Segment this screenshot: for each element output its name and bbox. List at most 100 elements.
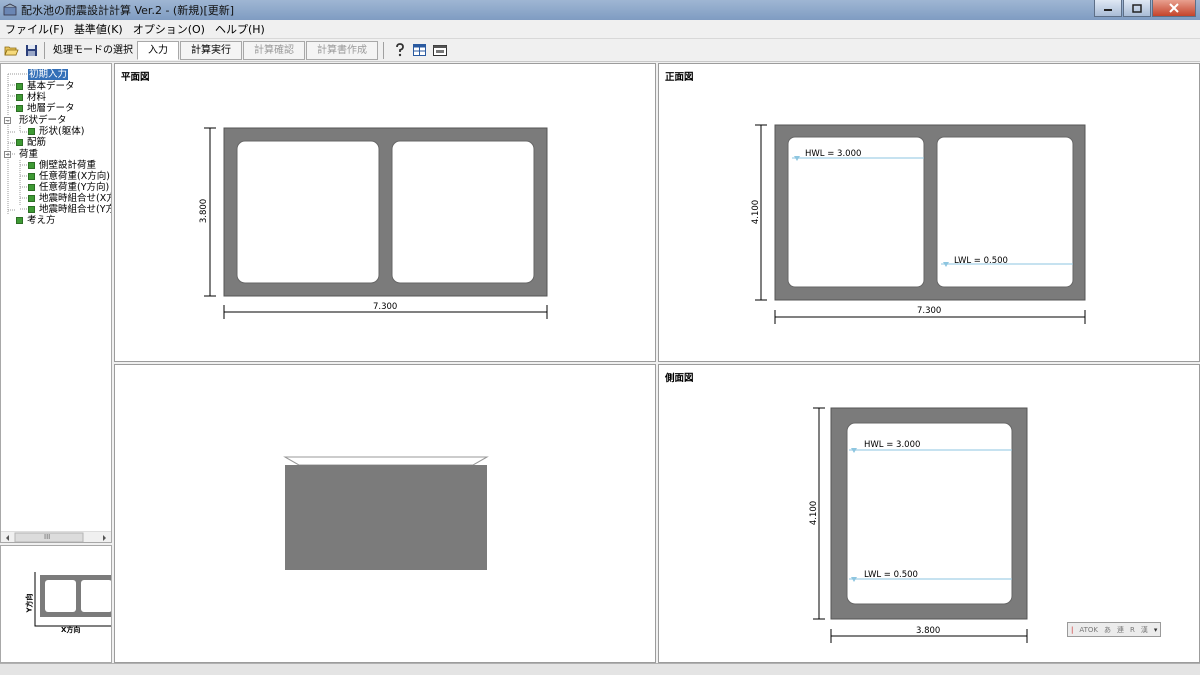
open-button[interactable] (3, 42, 20, 59)
tree-item-basic-data[interactable]: 基本データ (16, 81, 75, 92)
collapse-icon[interactable]: − (4, 151, 11, 158)
minimize-button[interactable] (1094, 0, 1122, 17)
tree-item-loads[interactable]: − 荷重 (4, 149, 38, 160)
ime-kanji-mode[interactable]: 漢 (1138, 625, 1151, 635)
maximize-button[interactable] (1123, 0, 1151, 17)
menu-help[interactable]: ヘルプ(H) (210, 20, 270, 39)
toolbar-separator (44, 41, 45, 59)
tree-leaf-icon (28, 173, 35, 180)
front-view-drawing (755, 124, 1086, 324)
minimize-icon (1104, 9, 1112, 11)
close-button[interactable] (1152, 0, 1196, 17)
front-hwl-label: HWL = 3.000 (805, 149, 862, 159)
ime-atok-label[interactable]: ATOK (1076, 626, 1101, 634)
tree-item-sidewall-load[interactable]: 側壁設計荷重 (28, 160, 96, 171)
tree-item-label: 荷重 (19, 149, 39, 160)
side-height-dimension: 4.100 (809, 500, 820, 526)
side-width-dimension: 3.800 (916, 626, 941, 636)
app-icon (3, 3, 17, 16)
ime-conversion-mode[interactable]: 連 (1114, 625, 1127, 635)
save-button[interactable] (23, 42, 40, 59)
input-tree-panel: 初期入力 基本データ 材料 地層データ − 形状データ 形状(躯体) 配筋 − … (0, 63, 112, 543)
collapse-icon[interactable]: − (4, 117, 11, 124)
tree-item-label: 地層データ (27, 103, 75, 114)
mini-x-axis-label: X方向 (61, 626, 81, 634)
display-settings-button[interactable] (431, 42, 448, 59)
menu-bar: ファイル(F) 基準値(K) オプション(O) ヘルプ(H) (0, 20, 1200, 39)
tree-leaf-icon (16, 83, 23, 90)
mode-select-label: 処理モードの選択 (53, 44, 133, 56)
mini-preview-panel: X方向 Y方向 (0, 545, 112, 663)
tree-leaf-icon (28, 162, 35, 169)
menu-file[interactable]: ファイル(F) (0, 20, 69, 39)
plan-width-dimension: 7.300 (373, 302, 398, 312)
scroll-thumb-grip[interactable]: III (44, 532, 50, 542)
plan-view-pane: 平面図 3.800 7.300 (114, 63, 656, 362)
mode-report-button[interactable]: 計算書作成 (306, 40, 378, 60)
help-button[interactable] (391, 42, 408, 59)
tree-item-label: 任意荷重(X方向) (39, 171, 110, 182)
ime-grip-icon: | (1071, 625, 1074, 634)
mini-y-axis-label: Y方向 (25, 593, 34, 613)
ime-toolbar[interactable]: | ATOK あ 連 R 漢 ▾ (1067, 622, 1161, 637)
tree-item-shape-body[interactable]: 形状(躯体) (28, 126, 84, 137)
tree-horizontal-scrollbar[interactable]: III (1, 531, 111, 542)
tree-item-label: 考え方 (27, 215, 56, 226)
tree-leaf-icon (16, 94, 23, 101)
help-question-icon (395, 43, 404, 57)
tree-item-strata-data[interactable]: 地層データ (16, 103, 75, 114)
maximize-icon (1132, 3, 1142, 13)
tree-item-label: 形状データ (19, 115, 67, 126)
mode-check-button[interactable]: 計算確認 (243, 40, 305, 60)
tree-item-label: 任意荷重(Y方向) (39, 182, 110, 193)
mini-plan-drawing (34, 572, 111, 627)
ime-input-mode[interactable]: あ (1101, 625, 1114, 635)
tree-item-arbitrary-load-x[interactable]: 任意荷重(X方向) (28, 171, 110, 182)
tree-item-seismic-combo-y[interactable]: 地震時組合せ(Y方 (28, 204, 112, 215)
tree-leaf-icon (28, 206, 35, 213)
tree-leaf-icon (16, 139, 23, 146)
ime-romaji-mode[interactable]: R (1127, 626, 1138, 634)
tree-item-label: 側壁設計荷重 (39, 160, 97, 171)
tree-item-label: 初期入力 (28, 69, 69, 80)
tree-item-rebar[interactable]: 配筋 (16, 137, 46, 148)
menu-options[interactable]: オプション(O) (128, 20, 210, 39)
tree-item-label: 基本データ (27, 81, 75, 92)
front-lwl-label: LWL = 0.500 (954, 256, 1008, 266)
tree-leaf-icon (28, 128, 35, 135)
plan-view-drawing (204, 127, 548, 319)
side-hwl-label: HWL = 3.000 (864, 440, 921, 450)
tree-item-label: 材料 (27, 92, 47, 103)
ime-menu-icon[interactable]: ▾ (1151, 626, 1161, 634)
tree-item-seismic-combo-x[interactable]: 地震時組合せ(X方 (28, 193, 112, 204)
table-icon (413, 44, 426, 56)
side-lwl-label: LWL = 0.500 (864, 570, 918, 580)
close-icon (1169, 3, 1179, 13)
tree-leaf-icon (28, 195, 35, 202)
tree-item-materials[interactable]: 材料 (16, 92, 46, 103)
window-icon (432, 44, 447, 56)
tree-leaf-icon (16, 217, 23, 224)
front-height-dimension: 4.100 (751, 199, 762, 225)
status-bar (0, 663, 1200, 675)
tree-item-label: 形状(躯体) (39, 126, 85, 137)
mode-calculate-button[interactable]: 計算実行 (180, 40, 242, 60)
menu-standard-values[interactable]: 基準値(K) (69, 20, 128, 39)
tree-item-arbitrary-load-y[interactable]: 任意荷重(Y方向) (28, 182, 109, 193)
window-title: 配水池の耐震設計計算 Ver.2 - (新規)[更新] (21, 4, 235, 17)
iso-view-pane (114, 364, 656, 663)
mode-input-button[interactable]: 入力 (137, 40, 179, 60)
folder-open-icon (4, 46, 19, 55)
tree-leaf-icon (28, 184, 35, 191)
iso-view-drawing (283, 456, 489, 570)
tree-item-label: 地震時組合せ(Y方 (39, 204, 112, 215)
front-width-dimension: 7.300 (917, 306, 942, 316)
side-view-pane: 側面図 HWL = 3.000 LWL = 0.500 4.100 3.800 (658, 364, 1200, 663)
tree-item-initial-input[interactable]: 初期入力 (28, 69, 69, 80)
tree-item-approach[interactable]: 考え方 (16, 215, 56, 226)
table-view-button[interactable] (411, 42, 428, 59)
tree-leaf-icon (16, 105, 23, 112)
tree-item-label: 地震時組合せ(X方 (39, 193, 112, 204)
tree-item-shape-data[interactable]: − 形状データ (4, 115, 67, 126)
toolbar: 処理モードの選択 入力 計算実行 計算確認 計算書作成 (0, 39, 1200, 62)
